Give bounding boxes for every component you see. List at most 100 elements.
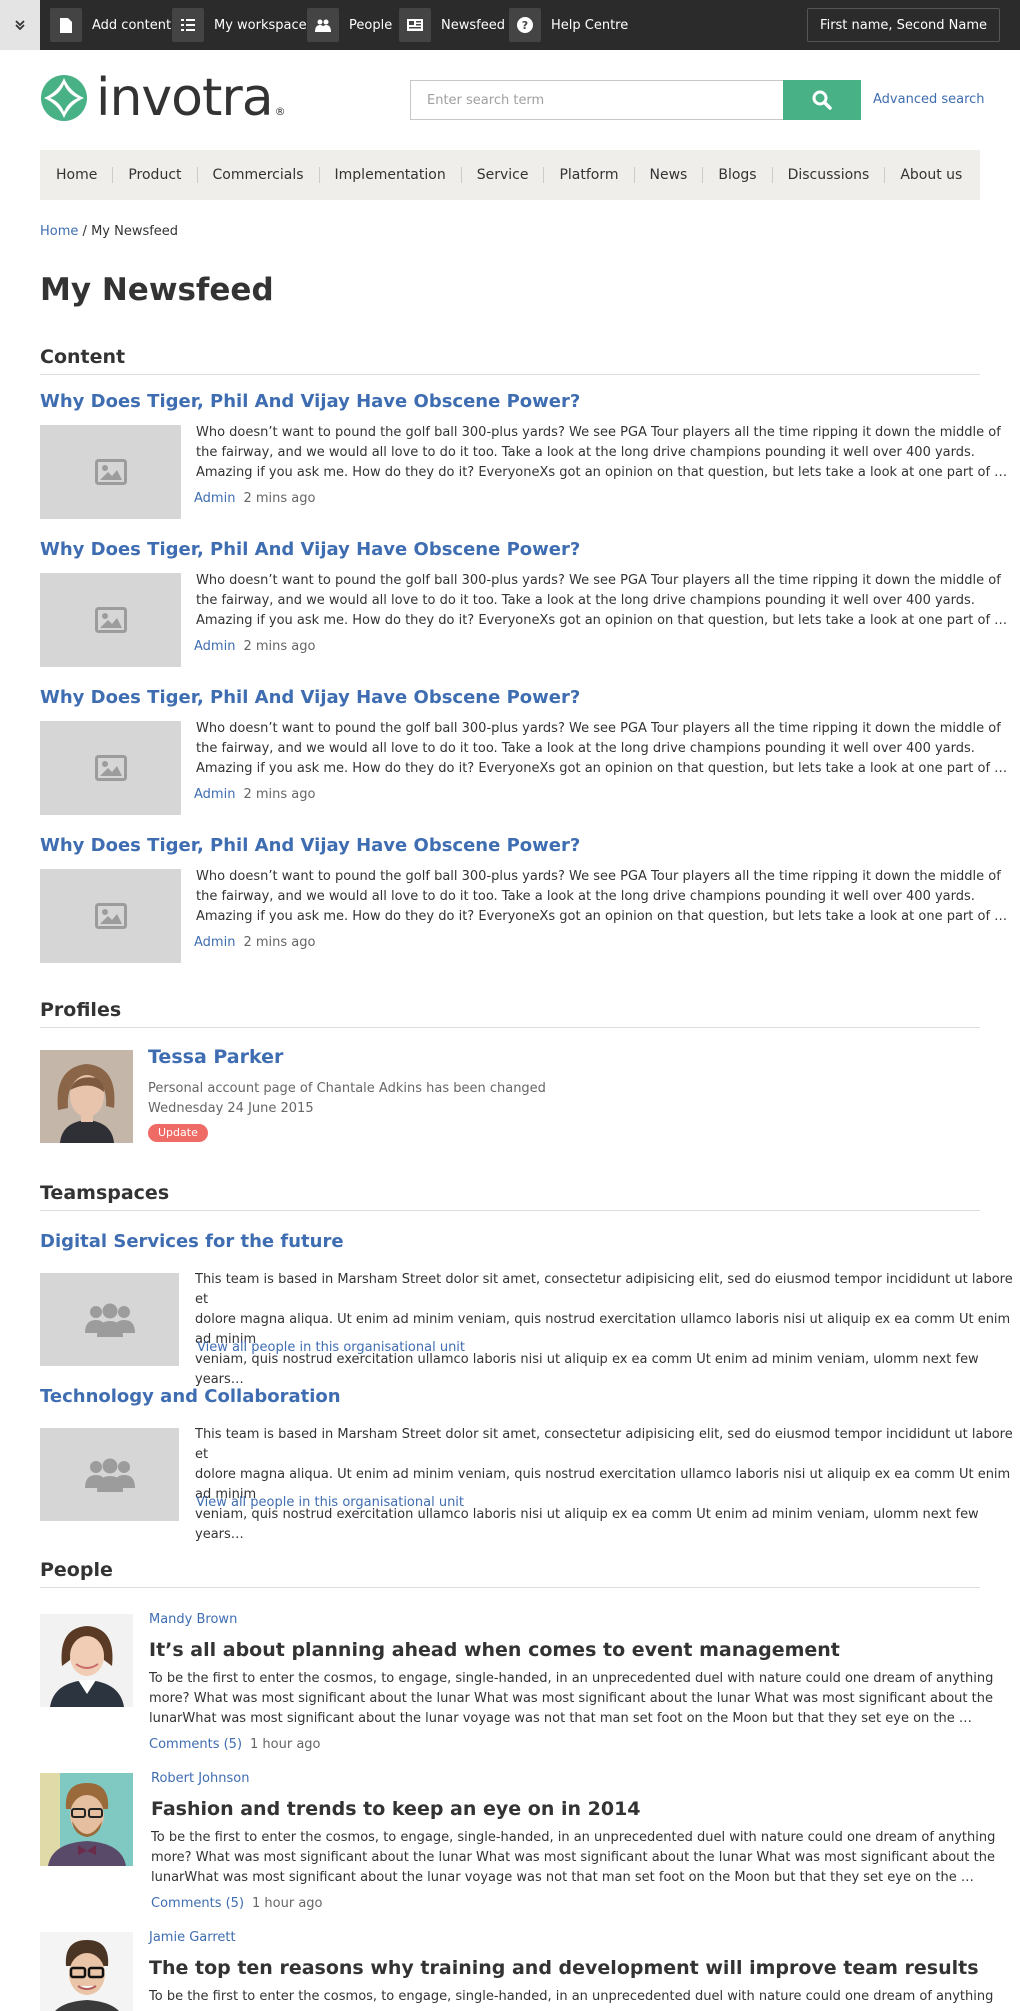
toolbar-toggle-button[interactable]	[0, 0, 40, 50]
person-post-meta: Comments (5) 1 hour ago	[149, 1737, 321, 1752]
content-item-meta: Admin 2 mins ago	[194, 787, 315, 802]
person-avatar[interactable]	[40, 1614, 133, 1707]
person-avatar-portrait	[40, 1932, 133, 2011]
toolbar-people-label: People	[349, 17, 393, 33]
content-item-excerpt: Who doesn’t want to pound the golf ball …	[196, 869, 1008, 924]
group-icon	[84, 1458, 135, 1492]
nav-item-about-us[interactable]: About us	[884, 167, 977, 183]
toolbar-add-content-label: Add content	[92, 17, 172, 33]
breadcrumb-current: My Newsfeed	[91, 224, 179, 239]
person-author-link[interactable]: Jamie Garrett	[149, 1930, 236, 1945]
content-item-author-link[interactable]: Admin	[194, 491, 235, 506]
nav-item-platform[interactable]: Platform	[543, 167, 633, 183]
nav-item-discussions[interactable]: Discussions	[771, 167, 885, 183]
teamspace-title-link[interactable]: Technology and Collaboration	[40, 1386, 341, 1407]
image-placeholder-icon	[94, 903, 127, 929]
content-item-meta: Admin 2 mins ago	[194, 935, 315, 950]
nav-item-home[interactable]: Home	[41, 167, 112, 183]
nav-item-blogs[interactable]: Blogs	[702, 167, 771, 183]
group-icon	[84, 1303, 135, 1337]
toolbar-people[interactable]: People	[307, 0, 392, 50]
content-item-title[interactable]: Why Does Tiger, Phil And Vijay Have Obsc…	[40, 687, 580, 708]
post-time: 1 hour ago	[252, 1896, 323, 1911]
post-time: 1 hour ago	[250, 1737, 321, 1752]
profile-avatar[interactable]	[40, 1050, 133, 1143]
section-heading-content: Content	[40, 346, 980, 375]
content-item-time: 2 mins ago	[243, 491, 316, 506]
image-placeholder-icon	[94, 607, 127, 633]
nav-item-service[interactable]: Service	[460, 167, 544, 183]
comments-link[interactable]: Comments (5)	[149, 1737, 242, 1752]
list-icon	[181, 19, 195, 31]
profile-name-link[interactable]: Tessa Parker	[148, 1046, 283, 1068]
content-item-thumbnail[interactable]	[40, 573, 181, 667]
person-avatar-portrait	[40, 1614, 133, 1707]
image-placeholder-icon	[94, 459, 127, 485]
user-menu-button[interactable]: First name, Second Name	[807, 8, 1000, 42]
teamspace-thumbnail[interactable]	[40, 1428, 179, 1521]
content-item-time: 2 mins ago	[243, 787, 316, 802]
content-item-excerpt: Who doesn’t want to pound the golf ball …	[196, 425, 1008, 480]
nav-item-news[interactable]: News	[633, 167, 703, 183]
site-logo[interactable]: invotra ®	[40, 72, 290, 124]
person-avatar-portrait	[40, 1773, 133, 1866]
teamspace-thumbnail[interactable]	[40, 1273, 179, 1366]
search-icon	[812, 90, 832, 110]
image-placeholder-icon	[94, 755, 127, 781]
person-author-link[interactable]: Robert Johnson	[151, 1771, 249, 1786]
person-post-excerpt: To be the first to enter the cosmos, to …	[151, 1830, 996, 1885]
person-avatar[interactable]	[40, 1773, 133, 1866]
content-item-title[interactable]: Why Does Tiger, Phil And Vijay Have Obsc…	[40, 391, 580, 412]
search-input[interactable]	[410, 80, 784, 120]
person-post-meta: Comments (5) 1 hour ago	[151, 1896, 323, 1911]
content-item-thumbnail[interactable]	[40, 425, 181, 519]
registered-mark: ®	[274, 105, 286, 118]
content-item-author-link[interactable]: Admin	[194, 787, 235, 802]
teamspace-title-link[interactable]: Digital Services for the future	[40, 1231, 344, 1252]
search-button[interactable]	[783, 80, 861, 120]
comments-link[interactable]: Comments (5)	[151, 1896, 244, 1911]
teamspace-description: This team is based in Marsham Street dol…	[195, 1427, 1013, 1542]
toolbar-newsfeed[interactable]: Newsfeed	[399, 0, 505, 50]
breadcrumb-separator: /	[82, 224, 87, 239]
svg-text:?: ?	[522, 19, 528, 32]
person-post-title[interactable]: The top ten reasons why training and dev…	[149, 1957, 979, 1979]
person-post-excerpt: To be the first to enter the cosmos, to …	[149, 1671, 994, 1726]
section-heading-people: People	[40, 1559, 980, 1588]
toolbar-help-centre[interactable]: ? Help Centre	[509, 0, 628, 50]
section-heading-teamspaces: Teamspaces	[40, 1182, 980, 1211]
person-author-link[interactable]: Mandy Brown	[149, 1612, 237, 1627]
section-heading-profiles: Profiles	[40, 999, 980, 1028]
person-post-title[interactable]: It’s all about planning ahead when comes…	[149, 1639, 840, 1661]
breadcrumb: Home / My Newsfeed	[40, 224, 178, 239]
nav-item-commercials[interactable]: Commercials	[196, 167, 319, 183]
newsfeed-icon	[407, 19, 423, 31]
content-item-time: 2 mins ago	[243, 639, 316, 654]
content-item-thumbnail[interactable]	[40, 721, 181, 815]
advanced-search-link[interactable]: Advanced search	[873, 92, 985, 107]
profile-avatar-portrait	[40, 1050, 133, 1143]
content-item-author-link[interactable]: Admin	[194, 935, 235, 950]
double-chevron-down-icon	[15, 20, 25, 31]
toolbar-newsfeed-label: Newsfeed	[441, 17, 505, 33]
content-item-excerpt: Who doesn’t want to pound the golf ball …	[196, 721, 1008, 776]
toolbar-help-centre-label: Help Centre	[551, 17, 629, 33]
person-post-title[interactable]: Fashion and trends to keep an eye on in …	[151, 1798, 641, 1820]
update-badge: Update	[148, 1124, 208, 1142]
content-item-time: 2 mins ago	[243, 935, 316, 950]
content-item-title[interactable]: Why Does Tiger, Phil And Vijay Have Obsc…	[40, 539, 580, 560]
nav-item-implementation[interactable]: Implementation	[318, 167, 461, 183]
nav-item-product[interactable]: Product	[112, 167, 196, 183]
toolbar-my-workspace[interactable]: My workspace	[172, 0, 307, 50]
people-icon	[315, 19, 331, 32]
content-item-title[interactable]: Why Does Tiger, Phil And Vijay Have Obsc…	[40, 835, 580, 856]
person-avatar[interactable]	[40, 1932, 133, 2011]
toolbar-add-content[interactable]: Add content	[50, 0, 171, 50]
content-item-thumbnail[interactable]	[40, 869, 181, 963]
page-title: My Newsfeed	[40, 272, 274, 308]
person-post-excerpt: To be the first to enter the cosmos, to …	[149, 1989, 994, 2004]
content-item-author-link[interactable]: Admin	[194, 639, 235, 654]
view-all-people-link[interactable]: View all people in this organisational u…	[196, 1495, 464, 1510]
breadcrumb-home-link[interactable]: Home	[40, 224, 78, 239]
view-all-people-link[interactable]: View all people in this organisational u…	[197, 1340, 465, 1355]
